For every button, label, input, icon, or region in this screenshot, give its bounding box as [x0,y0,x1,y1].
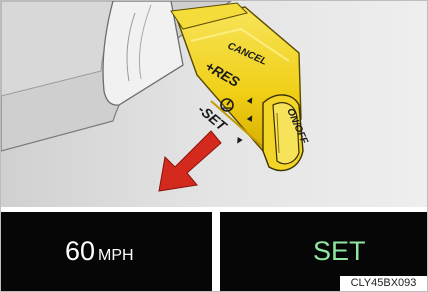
figure-frame: CANCEL +RES ▲ ▲ -SET ▼ ON/OFF 60 MPH SET … [0,0,428,292]
illustration-svg: CANCEL +RES ▲ ▲ -SET ▼ ON/OFF [1,1,427,207]
figure-code: CLY45BX093 [340,276,427,291]
speed-display-panel: 60 MPH [1,212,212,291]
speed-unit: MPH [98,247,134,264]
set-indicator: SET [313,236,366,266]
cruise-lever-illustration: CANCEL +RES ▲ ▲ -SET ▼ ON/OFF [1,1,427,207]
status-display-panel: SET CLY45BX093 [220,212,427,291]
speed-value: 60 [65,236,96,266]
speed-readout: 60 MPH [65,238,134,269]
